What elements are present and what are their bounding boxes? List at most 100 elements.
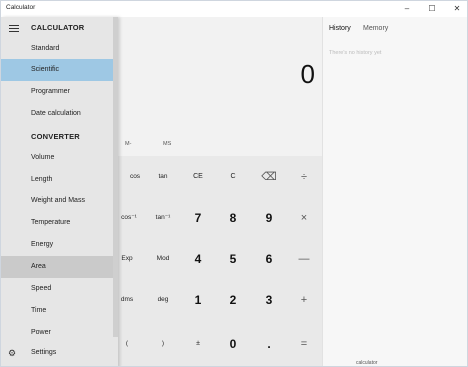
nav-item-weight-and-mass[interactable]: Weight and Mass bbox=[1, 190, 113, 212]
nav-item-label: Weight and Mass bbox=[31, 197, 85, 204]
nav-item-label: Energy bbox=[31, 241, 54, 248]
nav-item-label: Volume bbox=[31, 154, 55, 161]
key-2[interactable]: 2 bbox=[216, 283, 250, 317]
nav-item-area[interactable]: Area bbox=[1, 256, 113, 278]
memory-minus-button[interactable]: M- bbox=[125, 141, 131, 147]
nav-item-label: Length bbox=[31, 176, 53, 183]
nav-item-scientific[interactable]: Scientific bbox=[1, 59, 113, 81]
nav-heading-label: CALCULATOR bbox=[31, 23, 85, 32]
key-label: ÷ bbox=[300, 171, 308, 183]
key-clear[interactable]: C bbox=[216, 160, 250, 194]
key-label: Mod bbox=[156, 255, 170, 262]
key-mod[interactable]: Mod bbox=[146, 242, 180, 276]
nav-item-time[interactable]: Time bbox=[1, 300, 113, 322]
key-label: ) bbox=[161, 340, 165, 347]
nav-item-label: Time bbox=[31, 307, 47, 314]
key-label: 0 bbox=[229, 337, 237, 351]
gear-icon: ⚙ bbox=[8, 348, 17, 358]
backspace-icon[interactable]: ⌫ bbox=[252, 160, 286, 194]
key-label: — bbox=[298, 253, 310, 265]
key-0[interactable]: 0 bbox=[216, 327, 250, 361]
memory-row: M- MS bbox=[118, 137, 322, 151]
title-bar: Calculator – ☐ ✕ bbox=[1, 1, 467, 17]
nav-item-length[interactable]: Length bbox=[1, 169, 113, 191]
nav-item-volume[interactable]: Volume bbox=[1, 147, 113, 169]
nav-item-label: Temperature bbox=[31, 219, 71, 226]
nav-item-label: Standard bbox=[31, 45, 60, 52]
key-label: ± bbox=[196, 340, 200, 347]
window-title: Calculator bbox=[6, 4, 36, 11]
nav-item-power[interactable]: Power bbox=[1, 322, 113, 344]
nav-item-label: Settings bbox=[31, 349, 57, 356]
key-label: deg bbox=[157, 296, 169, 303]
key-label: 6 bbox=[265, 252, 273, 266]
nav-item-temperature[interactable]: Temperature bbox=[1, 212, 113, 234]
nav-item-speed[interactable]: Speed bbox=[1, 278, 113, 300]
key-negate[interactable]: ± bbox=[181, 327, 215, 361]
key-label: . bbox=[267, 337, 271, 351]
key-add[interactable]: + bbox=[287, 283, 321, 317]
key-label: tan⁻¹ bbox=[155, 214, 171, 221]
key-multiply[interactable]: × bbox=[287, 201, 321, 235]
nav-item-standard[interactable]: Standard bbox=[1, 38, 113, 60]
key-5[interactable]: 5 bbox=[216, 242, 250, 276]
key-1[interactable]: 1 bbox=[181, 283, 215, 317]
key-label: tan bbox=[158, 173, 168, 180]
key-arctan[interactable]: tan⁻¹ bbox=[146, 201, 180, 235]
key-tan[interactable]: tan bbox=[146, 160, 180, 194]
tab-memory[interactable]: Memory bbox=[363, 25, 388, 32]
key-6[interactable]: 6 bbox=[252, 242, 286, 276]
key-label: × bbox=[300, 212, 308, 224]
nav-item-label: Programmer bbox=[31, 88, 70, 95]
key-label: 3 bbox=[265, 293, 273, 307]
minimize-button[interactable]: – bbox=[399, 2, 415, 15]
key-decimal[interactable]: . bbox=[252, 327, 286, 361]
nav-item-label: Power bbox=[31, 329, 51, 336]
history-empty-message: There's no history yet bbox=[329, 50, 382, 56]
keypad: cos tan CE C ⌫ ÷ cos⁻¹ tan⁻¹ 7 8 9 × Exp… bbox=[118, 156, 322, 366]
nav-item-label: Scientific bbox=[31, 66, 60, 73]
nav-item-programmer[interactable]: Programmer bbox=[1, 81, 113, 103]
key-divide[interactable]: ÷ bbox=[287, 160, 321, 194]
key-label: CE bbox=[193, 173, 203, 180]
hamburger-menu-icon[interactable] bbox=[9, 23, 21, 35]
taskbar-hint: calculator bbox=[322, 359, 467, 366]
result-display: 0 bbox=[300, 59, 315, 89]
history-panel: History Memory There's no history yet bbox=[322, 17, 467, 366]
key-label: C bbox=[230, 173, 236, 180]
key-label: = bbox=[300, 338, 308, 350]
memory-store-button[interactable]: MS bbox=[163, 141, 171, 147]
tab-history[interactable]: History bbox=[329, 25, 351, 32]
key-label: 2 bbox=[229, 293, 237, 307]
navigation-pane: CALCULATOR Standard Scientific Programme… bbox=[1, 17, 118, 366]
nav-item-label: Speed bbox=[31, 285, 52, 292]
key-equals[interactable]: = bbox=[287, 327, 321, 361]
key-deg[interactable]: deg bbox=[146, 283, 180, 317]
key-8[interactable]: 8 bbox=[216, 201, 250, 235]
key-label: 4 bbox=[194, 252, 202, 266]
key-label: 7 bbox=[194, 211, 202, 225]
nav-item-settings[interactable]: ⚙ Settings bbox=[1, 342, 113, 364]
maximize-button[interactable]: ☐ bbox=[424, 2, 440, 15]
key-close-paren[interactable]: ) bbox=[146, 327, 180, 361]
taskbar-hint-text: calculator bbox=[356, 360, 378, 366]
key-clear-entry[interactable]: CE bbox=[181, 160, 215, 194]
nav-item-energy[interactable]: Energy bbox=[1, 234, 113, 256]
key-subtract[interactable]: — bbox=[287, 242, 321, 276]
key-3[interactable]: 3 bbox=[252, 283, 286, 317]
nav-scrollbar[interactable] bbox=[113, 17, 118, 337]
nav-item-label: Area bbox=[31, 263, 46, 270]
nav-heading-label: CONVERTER bbox=[31, 132, 80, 141]
key-9[interactable]: 9 bbox=[252, 201, 286, 235]
key-label: 8 bbox=[229, 211, 237, 225]
key-label: + bbox=[300, 294, 308, 306]
nav-item-date-calculation[interactable]: Date calculation bbox=[1, 103, 113, 125]
key-label: ⌫ bbox=[261, 171, 277, 183]
key-label: 1 bbox=[194, 293, 202, 307]
close-button[interactable]: ✕ bbox=[449, 2, 465, 15]
nav-item-label: Date calculation bbox=[31, 110, 81, 117]
key-label: 5 bbox=[229, 252, 237, 266]
key-7[interactable]: 7 bbox=[181, 201, 215, 235]
calculator-window: Calculator – ☐ ✕ 0 M- MS cos tan CE C ⌫ … bbox=[0, 0, 468, 367]
key-4[interactable]: 4 bbox=[181, 242, 215, 276]
